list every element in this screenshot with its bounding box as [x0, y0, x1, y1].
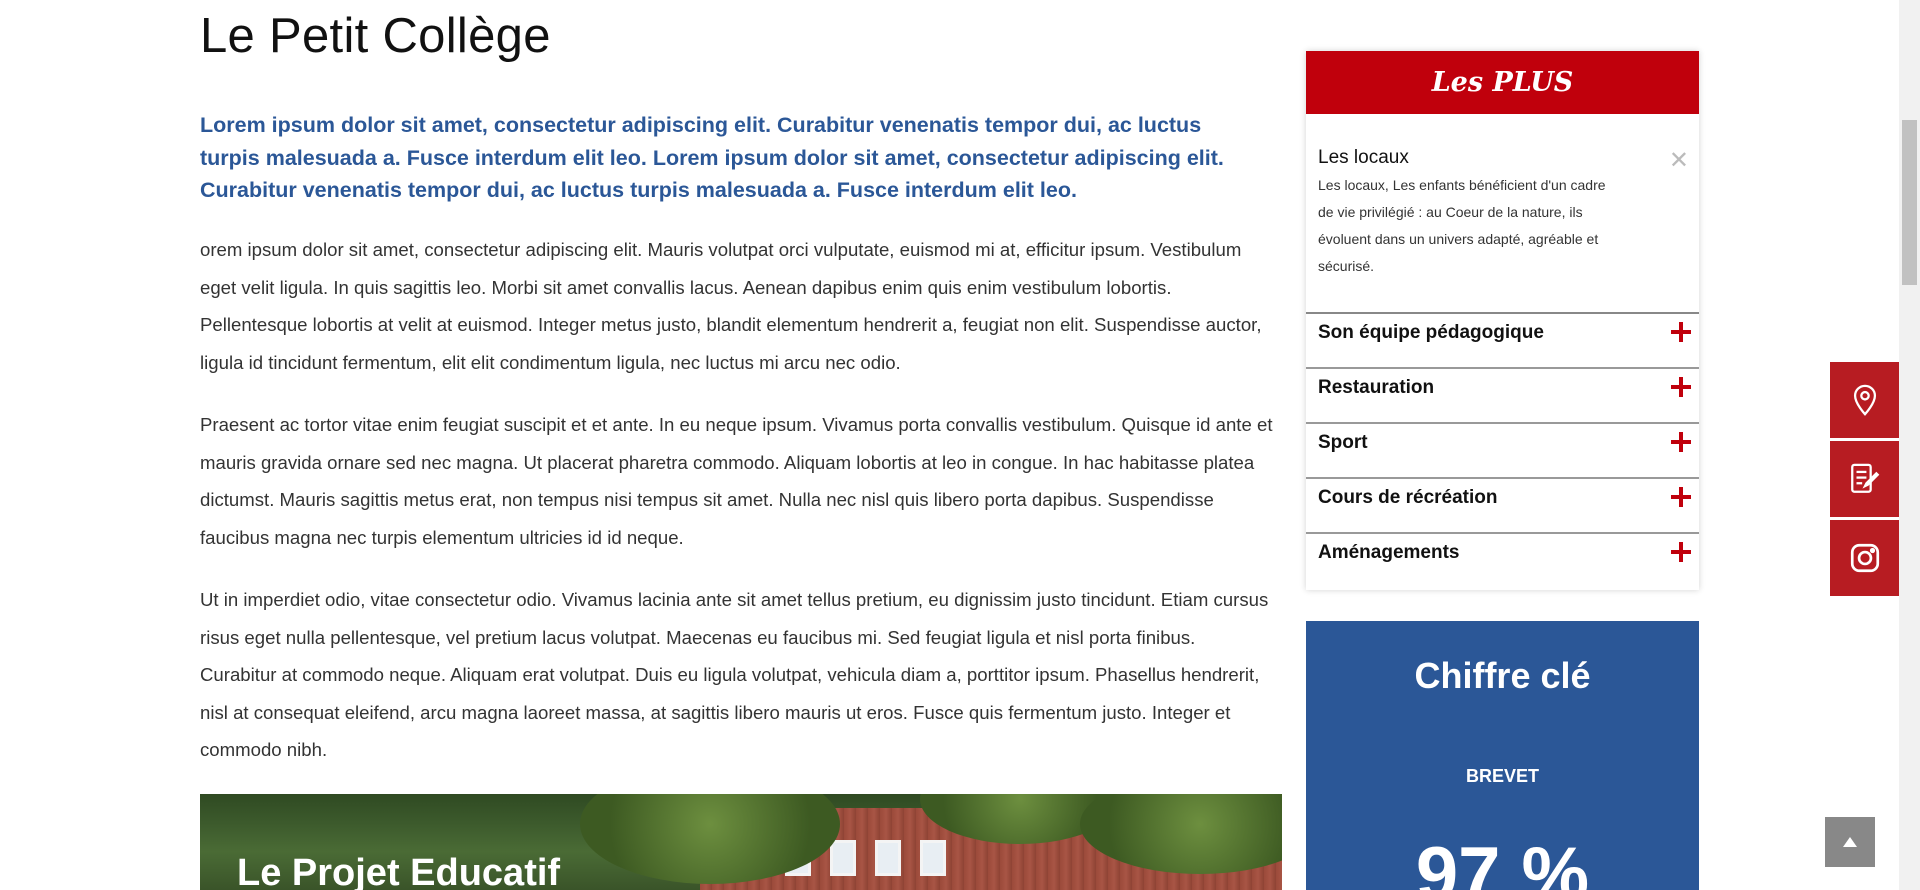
key-figure-box: Chiffre clé BREVET 97 %	[1306, 621, 1699, 890]
scrollbar[interactable]	[1899, 0, 1920, 890]
accordion-item-title[interactable]: Son équipe pédagogique	[1318, 322, 1544, 344]
accordion-item-title[interactable]: Sport	[1318, 432, 1368, 454]
key-figure-value: 97 %	[1415, 832, 1590, 890]
key-figure-title: Chiffre clé	[1414, 655, 1591, 696]
registration-button[interactable]	[1830, 441, 1900, 517]
instagram-button[interactable]	[1830, 520, 1900, 596]
close-icon[interactable]: ✕	[1669, 149, 1689, 173]
hero-image: Le Projet Educatif	[200, 794, 1282, 890]
accordion-item-body: Les locaux, Les enfants bénéficient d'un…	[1318, 177, 1606, 274]
body-paragraph: Praesent ac tortor vitae enim feugiat su…	[200, 414, 1273, 548]
window-graphic	[920, 840, 946, 876]
scrollbar-thumb[interactable]	[1902, 120, 1917, 285]
instagram-icon	[1850, 543, 1880, 573]
window-graphic	[830, 840, 856, 876]
back-to-top-button[interactable]	[1825, 817, 1875, 867]
accordion-item-title[interactable]: Les locaux	[1318, 147, 1687, 169]
map-pin-icon	[1853, 384, 1877, 416]
accordion-item-title[interactable]: Aménagements	[1318, 542, 1460, 564]
plus-icon[interactable]	[1671, 487, 1691, 507]
sidebar: Les PLUS Les locaux ✕ Les locaux, Les en…	[1306, 51, 1699, 890]
accordion-item-locaux[interactable]: Les locaux ✕ Les locaux, Les enfants bén…	[1306, 114, 1699, 314]
page-title: Le Petit Collège	[200, 9, 551, 63]
accordion-item-recreation[interactable]: Cours de récréation	[1306, 479, 1699, 534]
window-graphic	[875, 840, 901, 876]
key-figure-label: BREVET	[1465, 766, 1539, 786]
floating-buttons	[1830, 362, 1900, 599]
accordion-item-title[interactable]: Restauration	[1318, 377, 1434, 399]
les-plus-accordion: Les PLUS Les locaux ✕ Les locaux, Les en…	[1306, 51, 1699, 590]
plus-icon[interactable]	[1671, 432, 1691, 452]
document-edit-icon	[1851, 463, 1880, 493]
body-paragraph: orem ipsum dolor sit amet, consectetur a…	[200, 239, 1262, 373]
les-plus-header: Les PLUS	[1306, 51, 1699, 114]
accordion-item-title[interactable]: Cours de récréation	[1318, 487, 1498, 509]
location-button[interactable]	[1830, 362, 1900, 438]
accordion-item-amenagements[interactable]: Aménagements	[1306, 534, 1699, 590]
plus-icon[interactable]	[1671, 377, 1691, 397]
accordion-item-restauration[interactable]: Restauration	[1306, 369, 1699, 424]
plus-icon[interactable]	[1671, 542, 1691, 562]
accordion-item-equipe[interactable]: Son équipe pédagogique	[1306, 314, 1699, 369]
hero-title: Le Projet Educatif	[237, 852, 561, 890]
lead-paragraph: Lorem ipsum dolor sit amet, consectetur …	[200, 113, 1224, 202]
accordion-item-sport[interactable]: Sport	[1306, 424, 1699, 479]
body-paragraph: Ut in imperdiet odio, vitae consectetur …	[200, 589, 1269, 760]
chevron-up-icon	[1843, 837, 1857, 847]
plus-icon[interactable]	[1671, 322, 1691, 342]
